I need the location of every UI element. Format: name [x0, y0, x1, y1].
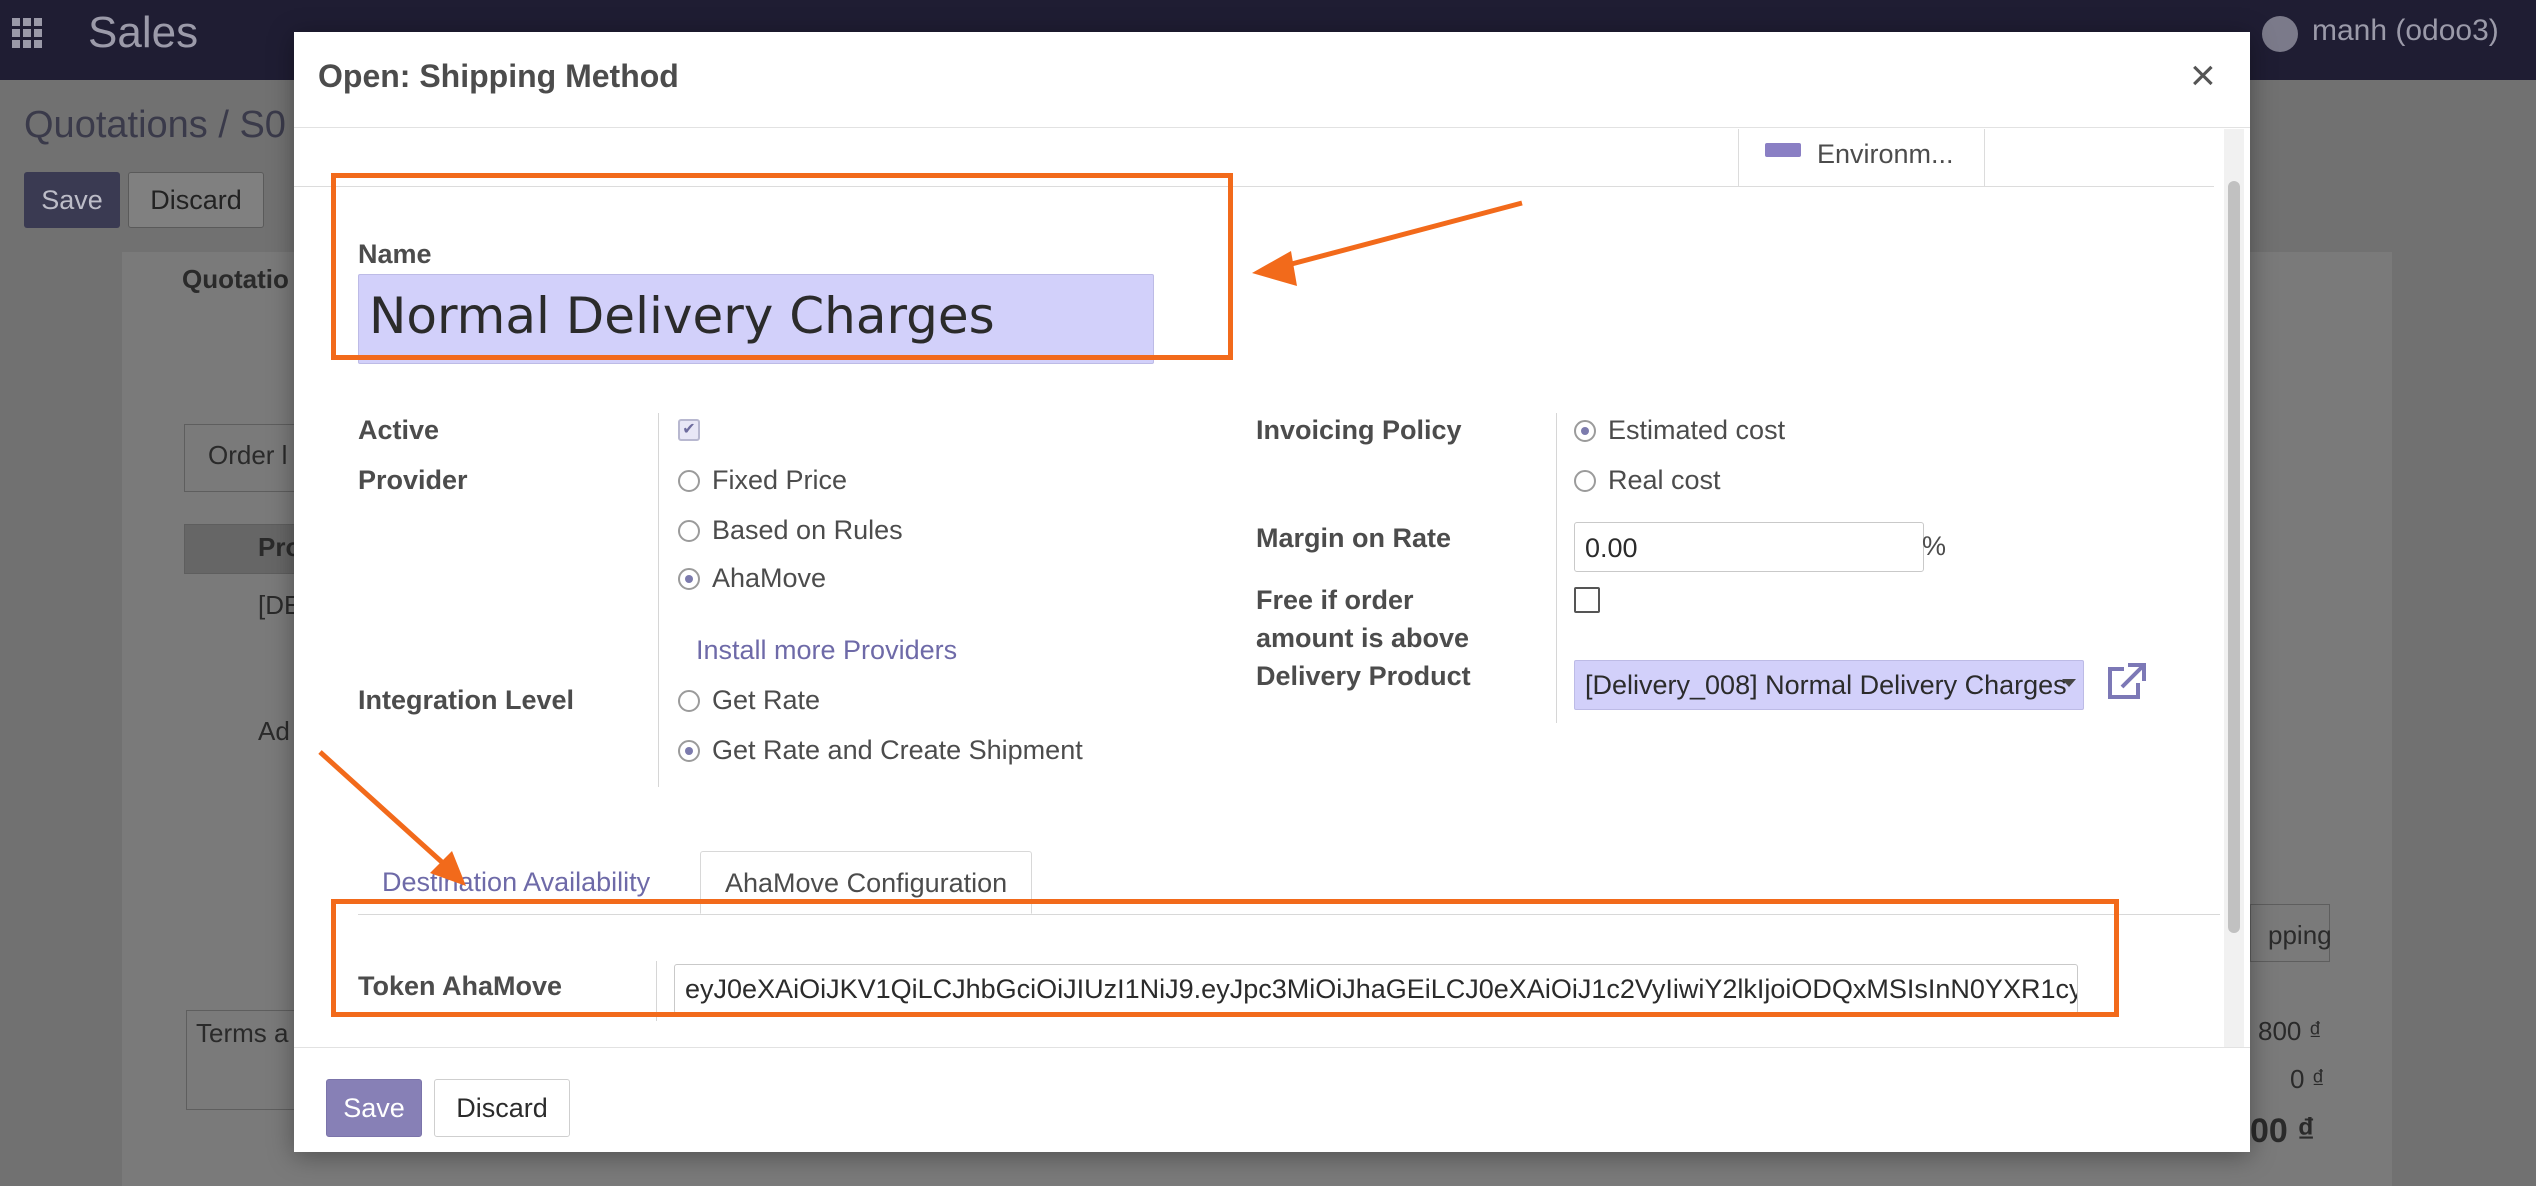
provider-based-on-rules-radio[interactable] — [678, 520, 700, 542]
install-more-providers-link[interactable]: Install more Providers — [696, 635, 957, 666]
invoicing-policy-label: Invoicing Policy — [1256, 415, 1462, 445]
environment-label: Environm... — [1817, 139, 1954, 169]
active-checkbox[interactable]: ✔ — [678, 419, 700, 441]
tab-ahamove-configuration[interactable]: AhaMove Configuration — [700, 851, 1033, 914]
margin-on-rate-input[interactable]: 0.00 — [1574, 522, 1924, 572]
invoicing-real-radio[interactable] — [1574, 470, 1596, 492]
smart-buttons-strip: Environm... — [294, 129, 2214, 187]
bg-quotation-label: Quotatio — [182, 264, 289, 294]
save-button[interactable]: Save — [326, 1079, 422, 1137]
shipping-method-dialog: Open: Shipping Method × Environm... Name… — [294, 32, 2250, 1152]
tabs-underline — [358, 914, 2220, 915]
provider-fixed-price-radio[interactable] — [678, 470, 700, 492]
dialog-header: Open: Shipping Method × — [294, 32, 2250, 128]
token-ahamove-label: Token AhaMove — [358, 971, 563, 1001]
name-label: Name — [358, 239, 432, 269]
dialog-body: Environm... Name Normal Delivery Charges… — [294, 129, 2250, 1047]
provider-based-on-rules-label: Based on Rules — [712, 515, 903, 545]
name-field[interactable]: Normal Delivery Charges — [358, 274, 1154, 364]
delivery-product-select[interactable]: [Delivery_008] Normal Delivery Charges — [1574, 660, 2084, 710]
invoicing-estimated-label: Estimated cost — [1608, 415, 1786, 445]
bg-shipping-label: pping — [2268, 920, 2332, 950]
toggle-icon — [1765, 143, 1801, 157]
dialog-footer: Save Discard — [294, 1047, 2250, 1152]
breadcrumb[interactable]: Quotations / S0 — [24, 104, 286, 147]
free-if-label-line1: Free if order — [1256, 585, 1414, 615]
dialog-title: Open: Shipping Method — [318, 58, 679, 94]
user-menu[interactable]: manh (odoo3) — [2312, 14, 2499, 48]
margin-unit: % — [1922, 531, 1947, 561]
bg-amount-total: 00 ₫ — [2250, 1112, 2315, 1150]
integration-create-shipment-radio[interactable] — [678, 740, 700, 762]
apps-grid-icon[interactable] — [12, 18, 42, 48]
provider-fixed-price-label: Fixed Price — [712, 465, 848, 495]
provider-label: Provider — [358, 465, 468, 495]
close-icon[interactable]: × — [2190, 54, 2216, 98]
invoicing-estimated-radio[interactable] — [1574, 420, 1596, 442]
environment-smart-button[interactable]: Environm... — [1738, 129, 1984, 187]
dialog-scrollbar-thumb[interactable] — [2228, 181, 2240, 933]
integration-level-label: Integration Level — [358, 685, 575, 715]
delivery-product-label: Delivery Product — [1256, 661, 1471, 691]
external-link-icon[interactable] — [2104, 661, 2148, 701]
integration-get-rate-label: Get Rate — [712, 685, 821, 715]
bg-save-button[interactable]: Save — [24, 172, 120, 228]
smart-button[interactable] — [1984, 129, 2184, 187]
bg-terms-text: Terms a — [196, 1018, 289, 1048]
margin-on-rate-label: Margin on Rate — [1256, 523, 1452, 553]
discard-button[interactable]: Discard — [434, 1079, 570, 1137]
tab-destination-availability[interactable]: Destination Availability — [358, 851, 674, 914]
app-title[interactable]: Sales — [88, 8, 198, 58]
invoicing-real-label: Real cost — [1608, 465, 1721, 495]
provider-ahamove-label: AhaMove — [712, 563, 827, 593]
integration-get-rate-radio[interactable] — [678, 690, 700, 712]
bg-order-tab-label: Order l — [208, 440, 288, 470]
bg-add-line[interactable]: Ad — [258, 716, 290, 747]
provider-ahamove-radio[interactable] — [678, 568, 700, 590]
bg-amount-1: 800 ₫ — [2258, 1016, 2322, 1046]
token-divider — [656, 961, 657, 1021]
bg-amount-2: 0 ₫ — [2290, 1064, 2326, 1094]
active-label: Active — [358, 415, 440, 445]
user-avatar[interactable] — [2262, 16, 2298, 52]
integration-create-shipment-label: Get Rate and Create Shipment — [712, 735, 1083, 765]
free-if-label-line2: amount is above — [1256, 623, 1470, 653]
free-if-checkbox[interactable] — [1574, 587, 1600, 613]
bg-discard-button[interactable]: Discard — [128, 172, 264, 228]
chevron-down-icon[interactable] — [2062, 679, 2076, 687]
token-ahamove-input[interactable]: eyJ0eXAiOiJKV1QiLCJhbGciOiJIUzI1NiJ9.eyJ… — [674, 964, 2078, 1014]
left-column-divider — [658, 413, 659, 787]
right-column-divider — [1556, 413, 1557, 723]
